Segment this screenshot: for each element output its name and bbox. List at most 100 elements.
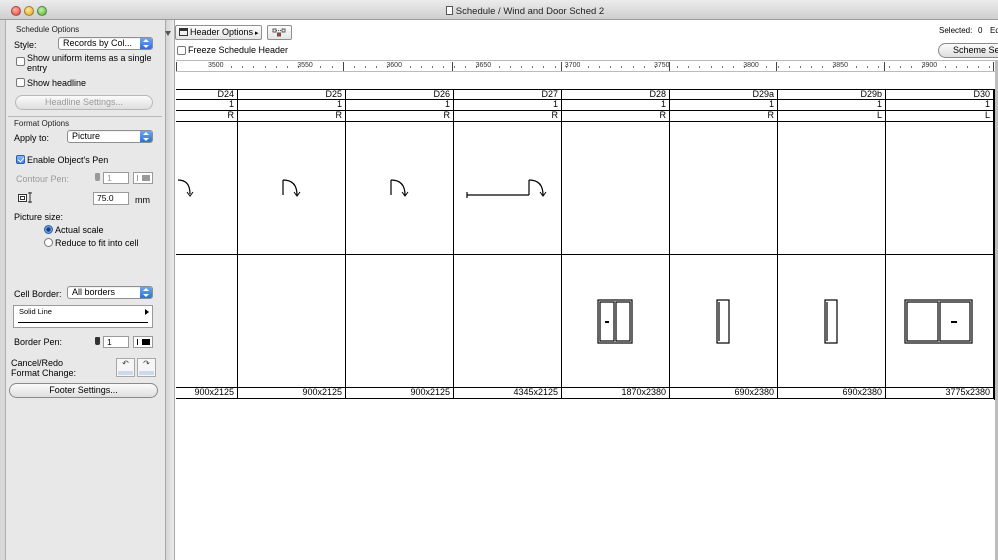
cell-border-select[interactable]: All borders: [67, 286, 153, 299]
line-type-select[interactable]: Solid Line: [13, 305, 153, 328]
cell-size[interactable]: 900x2125: [345, 387, 450, 397]
contour-pen-field[interactable]: 1: [103, 172, 129, 184]
ruler-tick: [621, 66, 623, 68]
uniform-items-label-1: Show uniform items as a single: [27, 53, 152, 63]
ruler-tick: [632, 66, 634, 68]
chevron-updown-icon: [140, 131, 152, 142]
door-swing-wall-symbol: [453, 89, 561, 391]
ruler-column-marker[interactable]: [669, 62, 670, 71]
schedule-options-title: Schedule Options: [16, 25, 80, 34]
ruler-label: 3900: [921, 62, 938, 69]
scale-field[interactable]: 75.0: [93, 192, 129, 205]
ruler-label: 3500: [208, 62, 224, 69]
cell-size[interactable]: 690x2380: [777, 387, 882, 397]
style-select[interactable]: Records by Col...: [58, 37, 153, 50]
picture-size-label: Picture size:: [14, 212, 64, 222]
pen-icon: [95, 337, 100, 345]
format-options-divider: [8, 116, 162, 117]
ruler-column-marker[interactable]: [343, 62, 344, 71]
window-narrow-symbol: [669, 89, 777, 391]
cell-border-label: Cell Border:: [14, 289, 62, 299]
ruler-tick: [409, 66, 411, 68]
ruler-tick: [822, 66, 824, 68]
ruler-tick: [443, 66, 444, 68]
ruler-tick: [688, 66, 690, 68]
cell-size[interactable]: 1870x2380: [561, 387, 666, 397]
redo-format-button[interactable]: ↷: [137, 358, 156, 377]
ruler-column-marker[interactable]: [776, 62, 777, 71]
chevron-updown-icon: [140, 38, 152, 49]
header-options-label: Header Options: [190, 27, 254, 37]
sidebar-splitter[interactable]: [165, 20, 175, 560]
schedule-table: D24 1 R 900x2125 D25 1 R 900x2125 D26 1 R 900x2125 D…: [176, 89, 998, 400]
cancel-redo-label-1: Cancel/Redo: [11, 358, 64, 368]
border-pen-field[interactable]: 1: [103, 336, 129, 348]
cell-size[interactable]: 900x2125: [176, 387, 234, 397]
ruler-tick: [777, 66, 779, 68]
table-icon: [179, 28, 188, 36]
show-headline-checkbox[interactable]: [16, 78, 25, 87]
ruler-column-marker[interactable]: [452, 62, 453, 71]
chevron-updown-icon: [140, 287, 152, 298]
headline-settings-button[interactable]: Headline Settings...: [15, 95, 153, 110]
ruler-tick: [264, 66, 266, 68]
window-title-wrap: Schedule / Wind and Door Sched 2: [0, 6, 998, 17]
scheme-settings-button[interactable]: Scheme Set: [938, 43, 998, 58]
enable-object-pen-label: Enable Object's Pen: [27, 155, 109, 165]
ruler-tick: [699, 66, 701, 68]
contour-pen-swatch[interactable]: [133, 172, 153, 184]
ruler-tick: [677, 66, 679, 68]
cancel-redo-label-2: Format Change:: [11, 368, 77, 378]
show-headline-label: Show headline: [27, 78, 87, 88]
line-sample: [18, 322, 148, 323]
cell-size[interactable]: 4345x2125: [453, 387, 558, 397]
ruler-tick: [320, 66, 322, 68]
ruler-tick: [955, 66, 957, 68]
cell-size[interactable]: 690x2380: [669, 387, 774, 397]
ruler-column-marker[interactable]: [561, 62, 562, 71]
undo-format-button[interactable]: ↶: [116, 358, 135, 377]
ruler-tick: [732, 66, 734, 68]
ruler-tick: [978, 66, 980, 68]
ruler-column-marker[interactable]: [176, 62, 177, 71]
apply-to-value: Picture: [72, 131, 101, 141]
cell-size[interactable]: 3775x2380: [885, 387, 990, 397]
actual-scale-radio[interactable]: [44, 225, 53, 234]
door-swing-symbol: [237, 89, 345, 391]
border-pen-label: Border Pen:: [14, 337, 63, 347]
apply-to-select[interactable]: Picture: [67, 130, 153, 143]
ruler-tick: [610, 66, 612, 68]
reduce-fit-radio[interactable]: [44, 238, 53, 247]
cell-size[interactable]: 900x2125: [237, 387, 342, 397]
ruler-tick: [420, 66, 422, 68]
ruler-tick: [721, 66, 723, 68]
header-options-button[interactable]: Header Options ▸: [175, 25, 262, 40]
ruler-tick: [242, 66, 244, 68]
ruler-tick: [465, 66, 467, 68]
actual-scale-label: Actual scale: [55, 225, 104, 235]
ruler-tick: [866, 66, 868, 68]
ruler-tick: [944, 66, 946, 68]
element-settings-button[interactable]: [267, 25, 292, 40]
collapse-triangle-icon[interactable]: [165, 31, 171, 36]
scale-icon: [18, 192, 34, 203]
freeze-header-checkbox[interactable]: [177, 46, 186, 55]
apply-to-label: Apply to:: [14, 133, 50, 143]
ruler-tick: [877, 66, 879, 68]
ruler-tick: [900, 66, 902, 68]
ruler-tick: [509, 66, 511, 68]
ruler-tick: [643, 66, 645, 68]
ruler-column-marker[interactable]: [884, 62, 885, 71]
window-double-symbol: [561, 89, 669, 391]
ruler-tick: [766, 66, 768, 68]
ruler-tick: [543, 66, 545, 68]
reduce-fit-label: Reduce to fit into cell: [55, 238, 139, 248]
horizontal-ruler[interactable]: 3500 3550 3600 3650 3700 3750 3800 3850 3900: [176, 60, 998, 72]
enable-object-pen-checkbox[interactable]: [16, 155, 25, 164]
ruler-tick: [855, 66, 857, 68]
ruler-column-marker[interactable]: [993, 62, 994, 71]
border-pen-swatch[interactable]: [133, 336, 153, 348]
uniform-items-checkbox[interactable]: [16, 57, 25, 66]
footer-settings-button[interactable]: Footer Settings...: [9, 383, 158, 398]
row-border: [176, 398, 998, 399]
